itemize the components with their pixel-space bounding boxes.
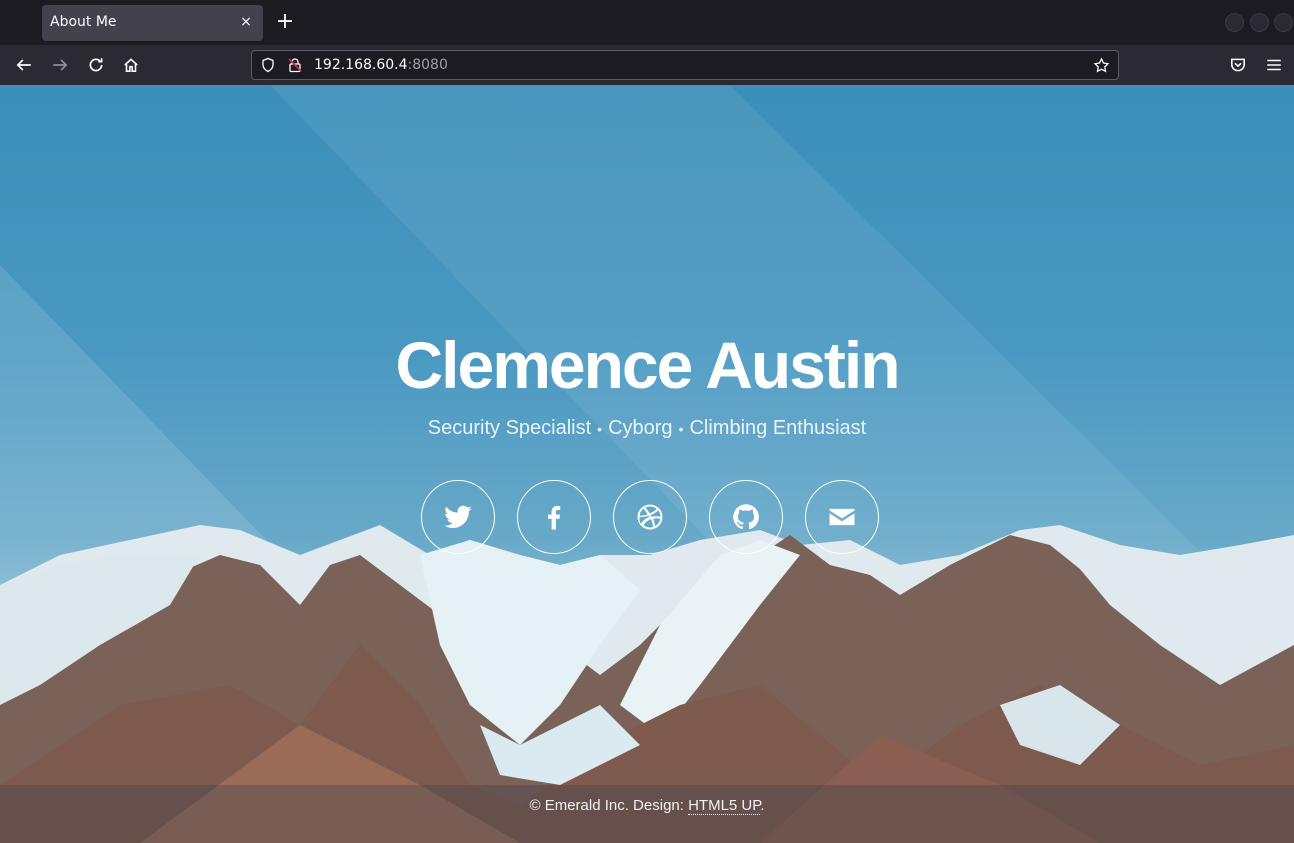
nav-toolbar: 192.168.60.4:8080 [0, 45, 1294, 85]
tagline-item: Cyborg [608, 417, 673, 439]
tagline-separator: • [678, 420, 684, 437]
maximize-button[interactable] [1250, 13, 1269, 32]
page-title: Clemence Austin [395, 328, 900, 402]
email-link[interactable] [805, 480, 879, 554]
minimize-button[interactable] [1225, 13, 1244, 32]
tagline-item: Climbing Enthusiast [689, 417, 867, 439]
footer: © Emerald Inc. Design: HTML5 UP. [0, 797, 1294, 815]
github-link[interactable] [709, 480, 783, 554]
close-window-button[interactable] [1274, 13, 1293, 32]
back-arrow-icon [16, 59, 31, 71]
tagline-separator: • [597, 420, 603, 437]
back-button[interactable] [12, 53, 36, 77]
facebook-link[interactable] [517, 480, 591, 554]
footer-period: . [760, 797, 765, 814]
page-viewport: Clemence Austin Security Specialist • Cybo… [0, 85, 1294, 843]
shield-icon[interactable] [260, 57, 276, 73]
pocket-icon [1231, 58, 1245, 72]
home-icon [124, 58, 138, 72]
forward-button[interactable] [48, 53, 72, 77]
address-bar[interactable]: 192.168.60.4:8080 [251, 50, 1119, 80]
forward-arrow-icon [53, 59, 68, 71]
tab-bar: About Me × + [0, 0, 1294, 45]
home-button[interactable] [119, 53, 143, 77]
url-text[interactable]: 192.168.60.4:8080 [314, 57, 448, 73]
new-tab-button[interactable]: + [272, 10, 298, 36]
facebook-icon [548, 506, 561, 530]
pocket-button[interactable] [1226, 53, 1250, 77]
twitter-icon [444, 505, 472, 529]
menu-button[interactable] [1262, 53, 1286, 77]
tagline: Security Specialist • Cyborg • Climbing Enth… [0, 417, 1294, 440]
hamburger-menu-icon [1267, 59, 1281, 71]
html5up-link[interactable]: HTML5 UP [688, 797, 761, 815]
envelope-icon [829, 508, 855, 526]
twitter-link[interactable] [421, 480, 495, 554]
tagline-item: Security Specialist [427, 417, 592, 439]
mountain-background-image [0, 85, 1294, 843]
url-host: 192.168.60.4 [314, 57, 408, 73]
tab-close-icon[interactable]: × [237, 13, 255, 31]
tab-about-me[interactable]: About Me × [42, 5, 263, 41]
dribbble-icon [637, 504, 663, 530]
url-port: :8080 [407, 57, 448, 73]
footer-copyright: © Emerald Inc. Design: [529, 797, 689, 814]
hero-section: Clemence Austin Security Specialist • Cybo… [0, 325, 1294, 440]
insecure-lock-icon[interactable] [287, 57, 303, 73]
tab-title: About Me [50, 14, 117, 30]
reload-button[interactable] [84, 53, 108, 77]
github-icon [733, 504, 759, 530]
dribbble-link[interactable] [613, 480, 687, 554]
bookmark-star-icon[interactable] [1093, 57, 1110, 74]
reload-icon [89, 58, 103, 72]
social-links [0, 480, 1294, 556]
